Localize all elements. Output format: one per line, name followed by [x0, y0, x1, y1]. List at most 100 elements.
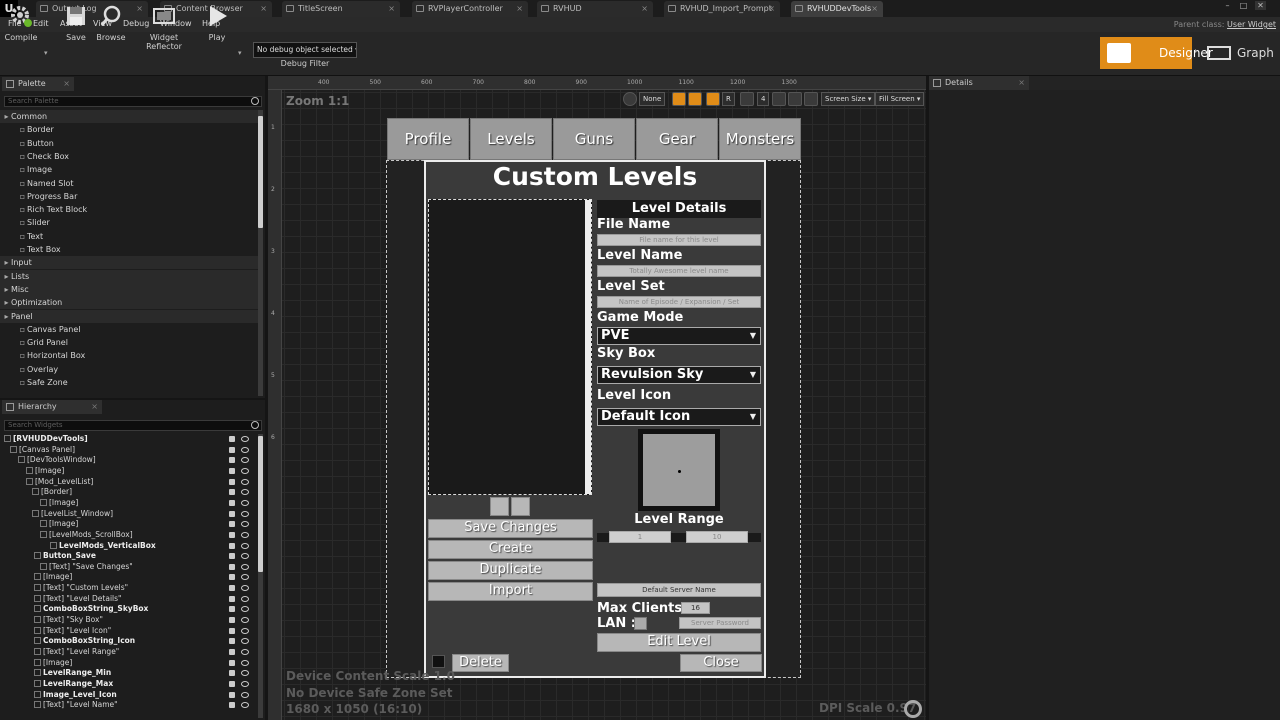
duplicate-button[interactable]: Duplicate: [428, 561, 593, 580]
level-range-min-input[interactable]: 1: [609, 531, 671, 543]
hierarchy-row[interactable]: Button_Save: [0, 551, 258, 562]
lock-icon[interactable]: [229, 638, 235, 645]
nav-tab-button[interactable]: Profile: [387, 118, 469, 160]
close-tab-icon[interactable]: ×: [871, 1, 878, 16]
game-mode-combo[interactable]: PVE ▼: [597, 327, 761, 345]
hierarchy-tab[interactable]: Hierarchy ×: [2, 400, 102, 414]
scroll-down-button[interactable]: [511, 497, 530, 516]
editor-tab[interactable]: RVHUDDevTools ×: [791, 1, 883, 17]
hierarchy-row[interactable]: [LevelList_Window]: [0, 509, 258, 520]
lock-icon[interactable]: [229, 617, 235, 624]
lock-icon[interactable]: [229, 521, 235, 528]
compile-options-chevron-icon[interactable]: ▾: [44, 49, 48, 57]
editor-tab[interactable]: RVHUD_Import_Prompt ×: [664, 1, 780, 17]
refresh-icon[interactable]: [623, 92, 637, 106]
level-set-input[interactable]: Name of Episode / Expansion / Set: [597, 296, 761, 308]
visibility-eye-icon[interactable]: [241, 649, 249, 655]
editor-tab[interactable]: RVHUD ×: [537, 1, 653, 17]
outline-icon[interactable]: [706, 92, 720, 106]
play-options-chevron-icon[interactable]: ▾: [238, 49, 242, 57]
close-tab-icon[interactable]: ×: [641, 1, 648, 16]
lock-icon[interactable]: [229, 680, 235, 687]
hierarchy-row[interactable]: LevelRange_Max: [0, 679, 258, 690]
visibility-eye-icon[interactable]: [241, 467, 249, 474]
grid-size-value[interactable]: 4: [757, 92, 770, 106]
palette-scroll-thumb[interactable]: [258, 116, 263, 228]
lock-icon[interactable]: [229, 531, 235, 538]
nav-tab-button[interactable]: Guns: [553, 118, 635, 160]
respect-locks-none-toggle[interactable]: None: [639, 92, 666, 106]
debug-object-select[interactable]: No debug object selected ▾: [253, 42, 357, 58]
hierarchy-row[interactable]: [Image]: [0, 498, 258, 509]
sky-box-combo[interactable]: Revulsion Sky ▼: [597, 366, 761, 384]
nav-tab-button[interactable]: Monsters: [719, 118, 801, 160]
designer-mode-button[interactable]: Designer: [1100, 37, 1213, 69]
hierarchy-row[interactable]: [Text] "Save Changes": [0, 562, 258, 573]
visibility-eye-icon[interactable]: [241, 585, 249, 592]
lock-icon[interactable]: [229, 659, 235, 666]
visibility-eye-icon[interactable]: [241, 638, 249, 645]
lock-icon[interactable]: [229, 691, 235, 698]
visibility-eye-icon[interactable]: [241, 499, 249, 506]
level-icon-combo[interactable]: Default Icon ▼: [597, 408, 761, 426]
fill-screen-select[interactable]: Fill Screen ▾: [875, 92, 925, 106]
dpi-settings-gear-icon[interactable]: [904, 700, 922, 718]
hierarchy-row[interactable]: [Text] "Custom Levels": [0, 583, 258, 594]
minimize-icon[interactable]: –: [1222, 1, 1233, 10]
visibility-eye-icon[interactable]: [241, 478, 249, 485]
palette-category[interactable]: ▸ Misc: [0, 282, 258, 296]
details-tab[interactable]: Details ×: [929, 76, 1029, 90]
palette-item[interactable]: ▫ Text: [0, 230, 258, 243]
browse-button[interactable]: Browse: [94, 2, 128, 42]
visibility-eye-icon[interactable]: [241, 680, 249, 687]
visibility-eye-icon[interactable]: [241, 489, 249, 496]
visibility-eye-icon[interactable]: [241, 670, 249, 677]
palette-item[interactable]: ▫ Overlay: [0, 363, 258, 376]
maximize-icon[interactable]: □: [1238, 1, 1249, 10]
hierarchy-row[interactable]: [LevelMods_ScrollBox]: [0, 530, 258, 541]
save-button[interactable]: Save: [62, 2, 90, 42]
lock-icon[interactable]: [229, 499, 235, 506]
lan-checkbox[interactable]: [634, 617, 647, 630]
graph-mode-button[interactable]: Graph: [1205, 37, 1275, 69]
hierarchy-row[interactable]: [Image]: [0, 572, 258, 583]
lock-icon[interactable]: [229, 446, 235, 453]
rotate-snap-toggle[interactable]: R: [722, 92, 735, 106]
palette-search-input[interactable]: Search Palette: [4, 96, 262, 107]
palette-category[interactable]: ▸ Input: [0, 256, 258, 270]
lock-icon[interactable]: [229, 510, 235, 517]
palette-category[interactable]: ▸ Panel: [0, 309, 258, 323]
delete-button[interactable]: Delete: [452, 654, 509, 672]
device-rotate-icon[interactable]: [804, 92, 818, 106]
parent-class-link[interactable]: User Widget: [1227, 20, 1276, 29]
palette-item[interactable]: ▫ Text Box: [0, 243, 258, 256]
hierarchy-row[interactable]: Image_Level_Icon: [0, 690, 258, 701]
visibility-eye-icon[interactable]: [241, 691, 249, 698]
hierarchy-row[interactable]: ComboBoxString_Icon: [0, 636, 258, 647]
visibility-eye-icon[interactable]: [241, 553, 249, 560]
lock-icon[interactable]: [229, 627, 235, 634]
editor-tab[interactable]: RVPlayerController ×: [412, 1, 528, 17]
palette-scrollbar[interactable]: [258, 110, 263, 396]
hierarchy-row[interactable]: [DevToolsWindow]: [0, 455, 258, 466]
import-button[interactable]: Import: [428, 582, 593, 601]
widget-reflector-button[interactable]: Widget Reflector: [132, 2, 196, 51]
lock-icon[interactable]: [229, 542, 235, 549]
hierarchy-row[interactable]: [Text] "Level Name": [0, 700, 258, 711]
close-tab-icon[interactable]: ×: [260, 1, 267, 16]
palette-category[interactable]: ▸ Optimization: [0, 296, 258, 310]
hierarchy-row[interactable]: [Image]: [0, 658, 258, 669]
hierarchy-row[interactable]: [Border]: [0, 487, 258, 498]
lock-icon[interactable]: [229, 595, 235, 602]
palette-item[interactable]: ▫ Check Box: [0, 150, 258, 163]
hierarchy-row[interactable]: [Image]: [0, 466, 258, 477]
level-list-scrollbar[interactable]: [585, 200, 591, 494]
palette-category[interactable]: ▸ Lists: [0, 269, 258, 283]
scroll-up-button[interactable]: [490, 497, 509, 516]
palette-item[interactable]: ▫ Image: [0, 163, 258, 176]
palette-item[interactable]: ▫ Slider: [0, 216, 258, 229]
image-preview-icon[interactable]: [788, 92, 802, 106]
visibility-eye-icon[interactable]: [241, 617, 249, 624]
hierarchy-row[interactable]: [Text] "Level Details": [0, 594, 258, 605]
visibility-eye-icon[interactable]: [241, 436, 249, 442]
